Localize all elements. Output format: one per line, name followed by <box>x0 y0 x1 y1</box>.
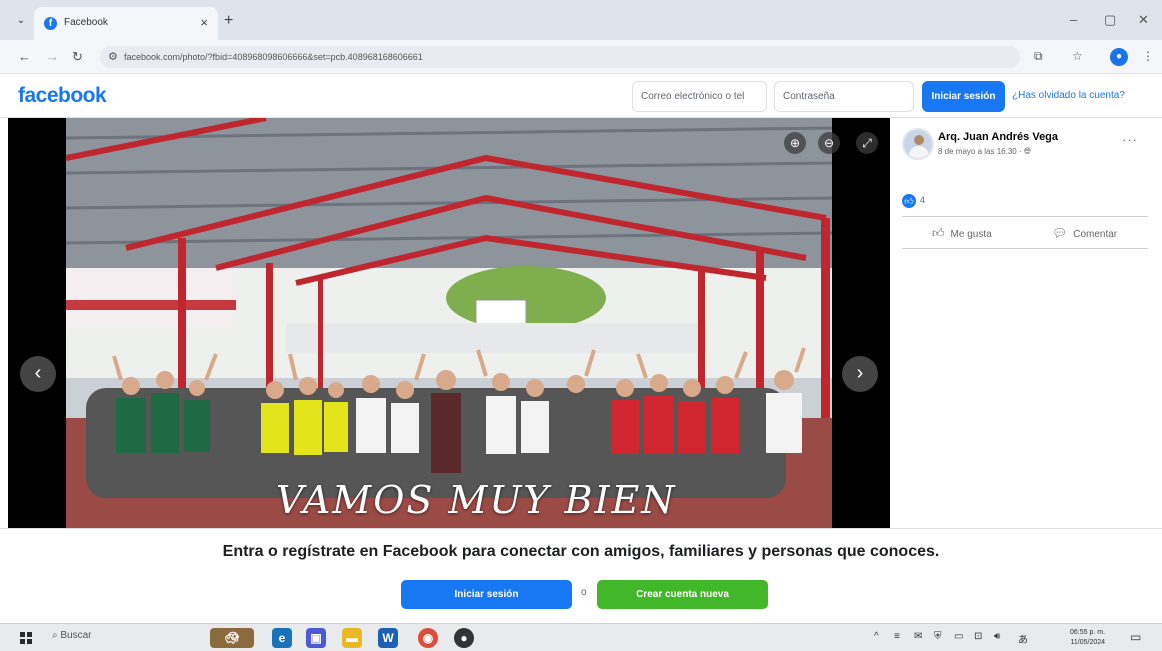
maximize-button[interactable]: ▢ <box>1104 12 1116 28</box>
browser-toolbar: ← → ↻ ⚙ facebook.com/photo/?fbid=4089680… <box>0 40 1162 74</box>
clock-date: 11/05/2024 <box>1070 639 1106 646</box>
email-field[interactable]: Correo electrónico o tel <box>632 81 767 112</box>
profile-avatar-icon[interactable]: ● <box>1110 48 1128 66</box>
minimize-button[interactable]: – <box>1070 12 1077 27</box>
divider <box>902 216 1148 217</box>
show-hidden-icons-icon[interactable]: ^ <box>874 631 879 642</box>
windows-taskbar: ⌕ Buscar 🐢︎ e ▣ ▬ W ◉ ● ^ ≡ ✉ ⛨ ▭ ⊡ 🔊︎ あ… <box>0 623 1162 651</box>
security-icon[interactable]: ⛨ <box>934 631 942 642</box>
system-clock[interactable]: 06:55 p. m. 11/05/2024 <box>1070 628 1105 648</box>
clock-time: 06:55 p. m. <box>1070 629 1106 636</box>
tab-title: Facebook <box>64 17 108 28</box>
chrome-icon[interactable]: ◉ <box>418 628 438 648</box>
word-icon[interactable]: W <box>378 628 398 648</box>
tab-search-icon[interactable]: ⌄ <box>12 12 30 30</box>
turtle-widget-icon[interactable]: 🐢︎ <box>210 628 254 648</box>
like-reaction-icon[interactable]: 👍︎ <box>902 194 916 208</box>
photo-caption: VAMOS MUY BIEN <box>276 478 677 522</box>
back-icon[interactable]: ← <box>18 49 31 64</box>
login-button[interactable]: Iniciar sesión <box>922 81 1005 112</box>
address-bar[interactable]: ⚙ facebook.com/photo/?fbid=4089680986066… <box>100 46 1020 68</box>
close-window-button[interactable]: ✕ <box>1138 12 1149 28</box>
author-avatar[interactable] <box>902 128 934 160</box>
battery-icon[interactable]: ▭ <box>954 631 963 642</box>
banner-text: Entra o regístrate en Facebook para cone… <box>222 543 940 560</box>
banner-login-button[interactable]: Iniciar sesión <box>401 580 572 609</box>
volume-icon[interactable]: 🔊︎ <box>994 631 1000 642</box>
browser-tabstrip: ⌄ f Facebook × + – ▢ ✕ <box>0 0 1162 40</box>
login-banner: Entra o regístrate en Facebook para cone… <box>0 528 1162 623</box>
tab-close-icon[interactable]: × <box>200 15 208 30</box>
browser-menu-icon[interactable]: ⋮ <box>1142 49 1154 63</box>
notifications-icon[interactable]: ▭ <box>1130 630 1141 644</box>
post-details-panel: Arq. Juan Andrés Vega 8 de mayo a las 16… <box>892 118 1154 528</box>
mail-icon[interactable]: ✉ <box>914 631 922 642</box>
more-options-button[interactable]: ··· <box>1122 132 1138 147</box>
facebook-favicon-icon: f <box>44 17 57 30</box>
taskbar-search-label: Buscar <box>60 630 92 641</box>
comment-label: Comentar <box>1073 229 1118 240</box>
like-count[interactable]: 4 <box>920 195 925 205</box>
create-account-button[interactable]: Crear cuenta nueva <box>597 580 768 609</box>
obs-icon[interactable]: ● <box>454 628 474 648</box>
forgot-account-link[interactable]: ¿Has olvidado la cuenta? <box>1012 90 1125 101</box>
edge-browser-icon[interactable]: e <box>272 628 292 648</box>
forward-icon[interactable]: → <box>46 49 59 64</box>
password-field[interactable]: Contraseña <box>774 81 914 112</box>
photo-illustration <box>66 118 832 528</box>
taskbar-search[interactable]: ⌕ Buscar <box>52 630 92 641</box>
globe-icon: 🌐︎ <box>1023 146 1032 156</box>
url-text[interactable]: facebook.com/photo/?fbid=408968098606666… <box>124 52 423 62</box>
group-photo: VAMOS MUY BIEN <box>66 118 832 528</box>
comment-icon: 💬︎ <box>1052 226 1068 240</box>
windows-start-icon[interactable] <box>20 632 32 644</box>
post-timestamp[interactable]: 8 de mayo a las 16:30 · 🌐︎ <box>938 146 1031 157</box>
taskbar-tray-icon[interactable]: ≡ <box>894 631 900 642</box>
comment-button[interactable]: 💬︎ Comentar <box>1052 226 1117 240</box>
screen-cast-icon[interactable]: ⧉ <box>1034 49 1043 64</box>
facebook-logo[interactable]: facebook <box>18 84 107 108</box>
store-icon[interactable]: ▣ <box>306 628 326 648</box>
post-date: 8 de mayo a las 16:30 · <box>938 147 1022 156</box>
fullscreen-icon[interactable]: ⤢ <box>856 132 878 154</box>
thumbs-up-icon: 👍︎ <box>932 226 945 240</box>
banner-separator: o <box>581 587 587 598</box>
facebook-header: facebook Correo electrónico o tel Contra… <box>0 74 1162 118</box>
file-explorer-icon[interactable]: ▬ <box>342 628 362 648</box>
site-info-icon[interactable]: ⚙ <box>108 50 118 63</box>
reload-icon[interactable]: ↻ <box>72 49 83 65</box>
previous-photo-button[interactable]: ‹ <box>20 356 56 392</box>
like-label: Me gusta <box>950 229 992 240</box>
zoom-out-icon[interactable]: ⊖ <box>818 132 840 154</box>
search-icon: ⌕ <box>52 630 58 641</box>
bookmark-star-icon[interactable]: ☆ <box>1072 49 1083 63</box>
photo-viewer: VAMOS MUY BIEN ⊕ ⊖ ⤢ ‹ › <box>8 118 890 528</box>
next-photo-button[interactable]: › <box>842 356 878 392</box>
network-icon[interactable]: ⊡ <box>974 631 982 642</box>
zoom-in-icon[interactable]: ⊕ <box>784 132 806 154</box>
author-name[interactable]: Arq. Juan Andrés Vega <box>938 131 1058 143</box>
browser-tab-facebook[interactable]: f Facebook × <box>34 7 218 40</box>
language-icon[interactable]: あ <box>1018 631 1028 646</box>
divider <box>902 248 1148 249</box>
new-tab-icon[interactable]: + <box>224 12 233 30</box>
like-button[interactable]: 👍︎ Me gusta <box>932 226 992 241</box>
